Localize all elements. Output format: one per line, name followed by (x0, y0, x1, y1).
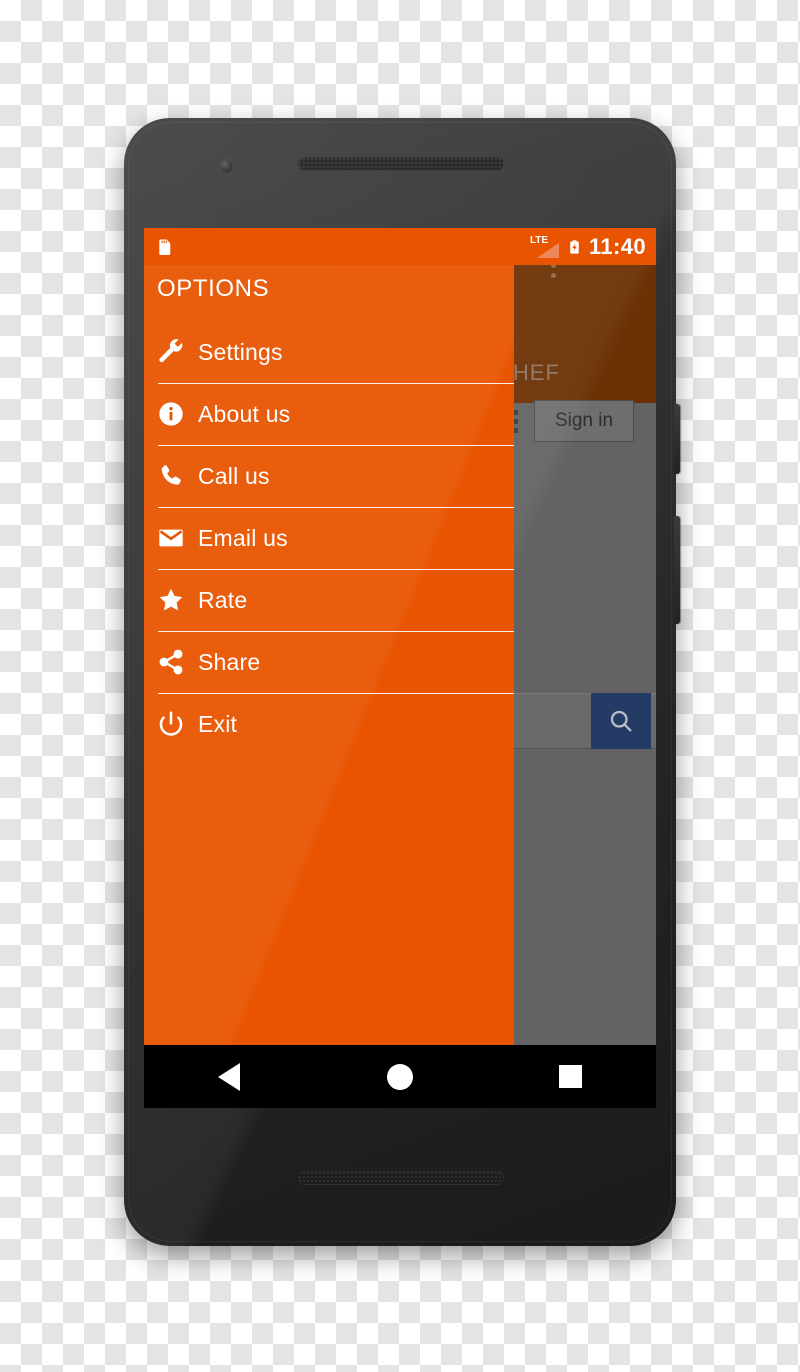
signal-bars-icon: LTE (530, 235, 560, 259)
status-bar-indicators: LTE 11:40 (530, 234, 646, 260)
drawer-item-call-us[interactable]: Call us (144, 445, 514, 507)
status-bar-clock: 11:40 (588, 233, 646, 259)
drawer-item-label: Share (198, 648, 261, 675)
page-canvas: CHEF Sign in OPTIONS Settings About us C… (0, 0, 800, 1372)
drawer-item-rate[interactable]: Rate (144, 569, 514, 631)
bottom-speaker-grille (298, 1171, 504, 1185)
wrench-icon (144, 338, 198, 366)
search-icon (610, 710, 632, 732)
drawer-menu-list: Settings About us Call us Email us Rate … (144, 321, 514, 755)
sd-card-icon (156, 236, 174, 258)
earpiece-speaker-grille (298, 157, 504, 171)
phone-icon (144, 462, 198, 490)
status-bar: LTE 11:40 (144, 228, 656, 265)
battery-charging-icon (567, 236, 582, 258)
drawer-item-label: About us (198, 400, 291, 427)
power-side-button[interactable] (674, 404, 680, 474)
drawer-item-label: Call us (198, 462, 270, 489)
recents-square-icon (559, 1065, 583, 1088)
envelope-icon (144, 524, 198, 552)
android-nav-bar (144, 1045, 656, 1108)
recents-nav-button[interactable] (485, 1065, 656, 1088)
volume-side-button[interactable] (674, 516, 680, 624)
drawer-item-label: Rate (198, 586, 248, 613)
drawer-item-label: Settings (198, 338, 283, 365)
drawer-item-settings[interactable]: Settings (144, 321, 514, 383)
drawer-item-email-us[interactable]: Email us (144, 507, 514, 569)
page-title: OPTIONS (157, 275, 270, 302)
star-icon (144, 586, 198, 614)
signal-triangle (536, 242, 559, 258)
drawer-item-label: Exit (198, 710, 238, 737)
back-nav-button[interactable] (144, 1062, 315, 1091)
sign-in-button[interactable]: Sign in (534, 400, 634, 442)
search-button[interactable] (591, 693, 651, 749)
drawer-item-label: Email us (198, 524, 288, 551)
share-icon (144, 648, 198, 676)
phone-device: CHEF Sign in OPTIONS Settings About us C… (124, 118, 680, 1246)
home-nav-button[interactable] (315, 1063, 486, 1090)
drawer-item-share[interactable]: Share (144, 631, 514, 693)
navigation-drawer: OPTIONS Settings About us Call us Email … (144, 228, 514, 1108)
phone-screen: CHEF Sign in OPTIONS Settings About us C… (144, 228, 656, 1108)
drawer-item-about-us[interactable]: About us (144, 383, 514, 445)
power-icon (144, 710, 198, 738)
home-circle-icon (387, 1063, 413, 1090)
info-circle-icon (144, 400, 198, 428)
front-camera-icon (220, 160, 233, 173)
back-triangle-icon (218, 1062, 241, 1091)
drawer-item-exit[interactable]: Exit (144, 693, 514, 755)
